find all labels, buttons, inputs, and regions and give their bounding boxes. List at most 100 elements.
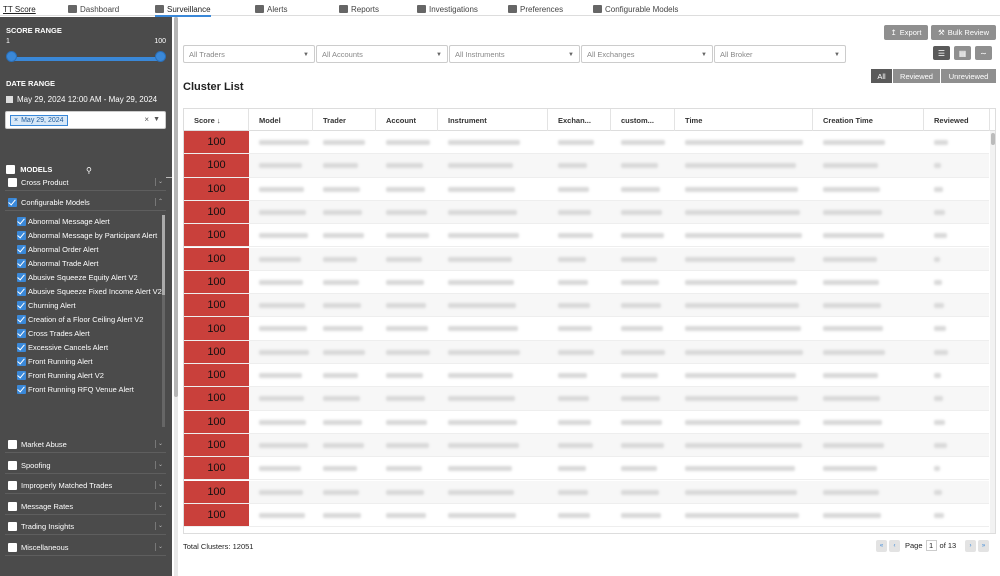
col-exchange[interactable]: Exchan...: [548, 109, 611, 131]
nav-reports[interactable]: Reports: [339, 3, 379, 15]
scrollbar-thumb[interactable]: [991, 133, 995, 145]
table-row[interactable]: 100: [184, 387, 989, 411]
model-checkbox[interactable]: [17, 315, 26, 324]
model-item[interactable]: Front Running Alert V2: [16, 369, 166, 383]
segment-all[interactable]: All: [871, 69, 892, 83]
table-scrollbar[interactable]: [990, 131, 995, 533]
table-row[interactable]: 100: [184, 294, 989, 318]
model-item[interactable]: Abnormal Message by Participant Alert: [16, 229, 166, 243]
sidebar-scrollbar[interactable]: [174, 17, 178, 576]
model-item[interactable]: Abusive Squeeze Fixed Income Alert V2: [16, 285, 166, 299]
model-group-improperly-matched-trades[interactable]: Improperly Matched Trades ⌄: [5, 477, 166, 494]
bulk-review-button[interactable]: ⚒ Bulk Review: [931, 25, 996, 40]
col-creation-time[interactable]: Creation Time: [813, 109, 924, 131]
model-checkbox[interactable]: [17, 385, 26, 394]
model-checkbox[interactable]: [17, 371, 26, 380]
model-checkbox[interactable]: [17, 245, 26, 254]
score-range-track[interactable]: [10, 57, 162, 61]
table-row[interactable]: 100: [184, 224, 989, 248]
group-checkbox[interactable]: [8, 521, 17, 531]
broker-filter[interactable]: All Broker ▼: [714, 45, 846, 63]
group-checkbox[interactable]: [8, 480, 17, 490]
table-row[interactable]: 100: [184, 364, 989, 388]
model-item[interactable]: Front Running Alert: [16, 355, 166, 369]
model-checkbox[interactable]: [17, 357, 26, 366]
chevron-icon[interactable]: ⌄: [155, 502, 163, 510]
table-row[interactable]: 100: [184, 270, 989, 295]
group-checkbox[interactable]: [8, 501, 17, 511]
chevron-icon[interactable]: ⌄: [155, 543, 163, 551]
page-input[interactable]: 1: [925, 540, 937, 551]
exchanges-filter[interactable]: All Exchanges ▼: [581, 45, 713, 63]
chevron-icon[interactable]: ⌄: [155, 522, 163, 530]
nav-dashboard[interactable]: Dashboard: [68, 3, 119, 15]
chevron-down-icon[interactable]: ▼: [153, 116, 160, 123]
last-page-button[interactable]: »: [978, 540, 989, 552]
col-account[interactable]: Account: [376, 109, 438, 131]
model-item[interactable]: Abnormal Order Alert: [16, 243, 166, 257]
chevron-icon[interactable]: ⌄: [155, 481, 163, 489]
model-item[interactable]: Abnormal Trade Alert: [16, 257, 166, 271]
model-group-cross-product[interactable]: Cross Product ⌄: [5, 174, 166, 191]
model-checkbox[interactable]: [17, 231, 26, 240]
col-reviewed[interactable]: Reviewed: [924, 109, 990, 131]
chart-view-button[interactable]: ∼: [975, 46, 992, 60]
group-checkbox[interactable]: [8, 439, 17, 449]
group-checkbox[interactable]: [8, 197, 17, 207]
table-row[interactable]: 100: [184, 503, 989, 528]
table-row[interactable]: 100: [184, 131, 989, 155]
model-group-miscellaneous[interactable]: Miscellaneous ⌄: [5, 539, 166, 556]
group-checkbox[interactable]: [8, 460, 17, 470]
clear-icon[interactable]: ×: [144, 115, 149, 124]
model-item[interactable]: Abnormal Message Alert: [16, 215, 166, 229]
model-checkbox[interactable]: [17, 287, 26, 296]
nav-investigations[interactable]: Investigations: [417, 3, 478, 15]
chevron-icon[interactable]: ⌄: [155, 440, 163, 448]
table-row[interactable]: 100: [184, 247, 989, 271]
traders-filter[interactable]: All Traders ▼: [183, 45, 315, 63]
scrollbar-thumb[interactable]: [174, 17, 178, 397]
chip-remove-icon[interactable]: ×: [14, 117, 18, 124]
model-group-configurable-models[interactable]: Configurable Models ⌃: [5, 194, 166, 211]
nav-preferences[interactable]: Preferences: [508, 3, 563, 15]
segment-unreviewed[interactable]: Unreviewed: [941, 69, 996, 83]
table-row[interactable]: 100: [184, 410, 989, 434]
col-custom[interactable]: custom...: [611, 109, 675, 131]
brand-title[interactable]: TT Score: [3, 5, 36, 14]
list-view-button[interactable]: ☰: [933, 46, 950, 60]
table-row[interactable]: 100: [184, 480, 989, 504]
col-instrument[interactable]: Instrument: [438, 109, 548, 131]
score-range-low-handle[interactable]: [6, 51, 17, 62]
model-group-trading-insights[interactable]: Trading Insights ⌄: [5, 518, 166, 535]
model-checkbox[interactable]: [17, 343, 26, 352]
prev-page-button[interactable]: ‹: [889, 540, 900, 552]
date-select[interactable]: × May 29, 2024 × ▼: [5, 111, 166, 129]
model-group-market-abuse[interactable]: Market Abuse ⌄: [5, 436, 166, 453]
group-checkbox[interactable]: [8, 542, 17, 552]
export-button[interactable]: ↥ Export: [884, 25, 928, 40]
nav-alerts[interactable]: Alerts: [255, 3, 287, 15]
accounts-filter[interactable]: All Accounts ▼: [316, 45, 448, 63]
model-item[interactable]: Cross Trades Alert: [16, 327, 166, 341]
model-checkbox[interactable]: [17, 329, 26, 338]
model-checkbox[interactable]: [17, 217, 26, 226]
scrollbar-thumb[interactable]: [162, 215, 165, 295]
model-item[interactable]: Front Running RFQ Venue Alert: [16, 383, 166, 397]
model-group-message-rates[interactable]: Message Rates ⌄: [5, 498, 166, 515]
grid-view-button[interactable]: ▦: [954, 46, 971, 60]
model-checkbox[interactable]: [17, 259, 26, 268]
instruments-filter[interactable]: All Instruments ▼: [449, 45, 580, 63]
table-row[interactable]: 100: [184, 340, 989, 364]
model-item[interactable]: Creation of a Floor Ceiling Alert V2: [16, 313, 166, 327]
next-page-button[interactable]: ›: [965, 540, 976, 552]
chevron-icon[interactable]: ⌄: [155, 178, 163, 186]
first-page-button[interactable]: «: [876, 540, 887, 552]
table-row[interactable]: 100: [184, 457, 989, 481]
model-checkbox[interactable]: [17, 301, 26, 310]
model-group-spoofing[interactable]: Spoofing ⌄: [5, 457, 166, 474]
model-checkbox[interactable]: [17, 273, 26, 282]
table-row[interactable]: 100: [184, 317, 989, 341]
nav-configurable-models[interactable]: Configurable Models: [593, 3, 678, 15]
score-range-high-handle[interactable]: [155, 51, 166, 62]
table-row[interactable]: 100: [184, 433, 989, 458]
